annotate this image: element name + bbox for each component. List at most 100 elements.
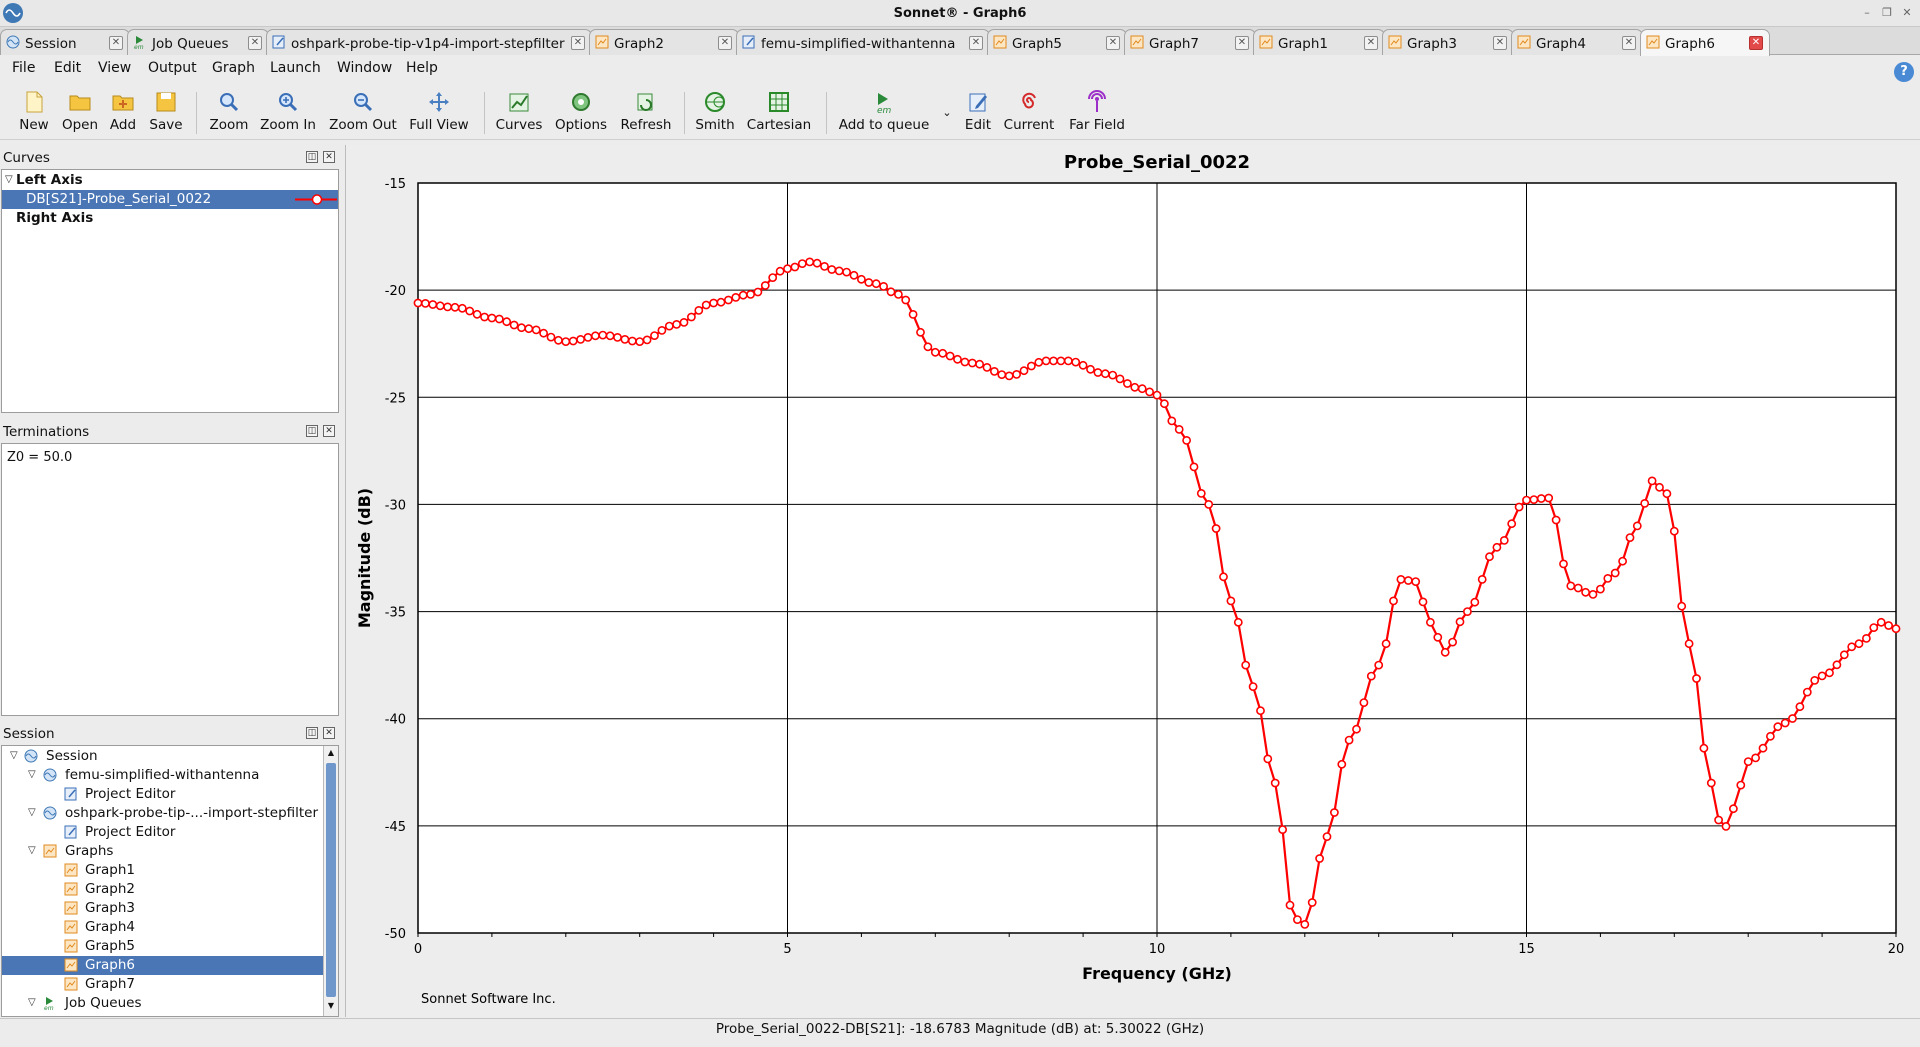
data-point-marker bbox=[1817, 671, 1827, 681]
tab-graph1[interactable]: Graph1 ✕ bbox=[1253, 29, 1385, 55]
menu-graph[interactable]: Graph bbox=[212, 60, 255, 76]
new-button[interactable]: New bbox=[14, 84, 54, 140]
cartesian-button[interactable]: Cartesian bbox=[744, 84, 814, 140]
close-tab-icon[interactable]: ✕ bbox=[718, 36, 732, 50]
close-panel-icon[interactable]: ✕ bbox=[323, 727, 335, 739]
data-point-marker bbox=[635, 337, 645, 346]
tree-item-graph[interactable]: Graph5 bbox=[2, 937, 338, 956]
restore-icon[interactable]: ❐ bbox=[1880, 6, 1894, 20]
tree-item-graph[interactable]: Graph4 bbox=[2, 918, 338, 937]
scroll-down-icon[interactable]: ▼ bbox=[325, 1001, 337, 1013]
float-panel-icon[interactable]: ◫ bbox=[306, 425, 318, 437]
edit-button[interactable]: Edit bbox=[960, 84, 996, 140]
float-panel-icon[interactable]: ◫ bbox=[306, 727, 318, 739]
curves-button[interactable]: Curves bbox=[494, 84, 544, 140]
expand-triangle-icon[interactable]: ▽ bbox=[10, 751, 20, 761]
tree-item-graph[interactable]: Graph1 bbox=[2, 861, 338, 880]
expand-triangle-icon[interactable]: ▽ bbox=[28, 846, 38, 856]
minimize-icon[interactable]: – bbox=[1860, 6, 1874, 20]
data-point-marker bbox=[1876, 617, 1886, 627]
tab-graph4[interactable]: Graph4 ✕ bbox=[1511, 29, 1643, 55]
close-panel-icon[interactable]: ✕ bbox=[323, 151, 335, 163]
data-point-marker bbox=[1396, 574, 1406, 584]
right-axis-row[interactable]: Right Axis bbox=[2, 209, 338, 228]
close-panel-icon[interactable]: ✕ bbox=[323, 425, 335, 437]
expand-triangle-icon[interactable]: ▽ bbox=[28, 998, 38, 1008]
tab-graph5[interactable]: Graph5 ✕ bbox=[987, 29, 1127, 55]
data-point-marker bbox=[502, 317, 512, 327]
close-tab-icon[interactable]: ✕ bbox=[571, 36, 585, 50]
data-point-marker bbox=[871, 279, 881, 289]
tree-item-session[interactable]: ▽ Session bbox=[2, 747, 338, 766]
close-tab-icon[interactable]: ✕ bbox=[969, 36, 983, 50]
tab-graph3[interactable]: Graph3 ✕ bbox=[1382, 29, 1514, 55]
data-point-marker bbox=[1662, 489, 1672, 499]
open-button[interactable]: Open bbox=[58, 84, 102, 140]
close-tab-icon[interactable]: ✕ bbox=[1622, 36, 1636, 50]
y-tick-label: -15 bbox=[385, 177, 406, 192]
tree-item-graph[interactable]: Graph6 bbox=[2, 956, 338, 975]
tree-item-project-editor[interactable]: Project Editor bbox=[2, 823, 338, 842]
tree-item-graph[interactable]: Graph7 bbox=[2, 975, 338, 994]
zoom-out-button[interactable]: Zoom Out bbox=[326, 84, 400, 140]
data-point-marker bbox=[546, 332, 556, 342]
tab-graph6[interactable]: Graph6 ✕ bbox=[1640, 29, 1770, 56]
menu-launch[interactable]: Launch bbox=[270, 60, 321, 76]
tree-item-job-queues[interactable]: ▽ em Job Queues bbox=[2, 994, 338, 1013]
close-tab-icon[interactable]: ✕ bbox=[1749, 36, 1763, 50]
menu-file[interactable]: File bbox=[12, 60, 35, 76]
data-point-marker bbox=[894, 289, 903, 299]
tree-item-project[interactable]: ▽ femu-simplified-withantenna bbox=[2, 766, 338, 785]
add-button[interactable]: Add bbox=[106, 84, 140, 140]
session-scrollbar[interactable]: ▲ ▼ bbox=[323, 746, 338, 1016]
close-window-icon[interactable]: ✕ bbox=[1900, 6, 1914, 20]
add-to-queue-button[interactable]: em Add to queue bbox=[836, 84, 932, 140]
menu-view[interactable]: View bbox=[98, 60, 131, 76]
tab-job-queues[interactable]: em Job Queues ✕ bbox=[127, 29, 269, 55]
smith-button[interactable]: Smith bbox=[692, 84, 738, 140]
add-to-queue-dropdown[interactable]: ⌄ bbox=[938, 84, 956, 140]
tab-femu-simplified-withantenna[interactable]: femu-simplified-withantenna ✕ bbox=[736, 29, 990, 55]
save-button[interactable]: Save bbox=[146, 84, 186, 140]
options-icon bbox=[572, 93, 590, 111]
float-panel-icon[interactable]: ◫ bbox=[306, 151, 318, 163]
curve-row[interactable]: DB[S21]-Probe_Serial_0022 bbox=[2, 190, 338, 209]
zoom-button[interactable]: Zoom bbox=[206, 84, 252, 140]
tab-graph2[interactable]: Graph2 ✕ bbox=[589, 29, 739, 55]
menu-window[interactable]: Window bbox=[337, 60, 392, 76]
tab-session[interactable]: Session ✕ bbox=[0, 29, 130, 55]
scroll-up-icon[interactable]: ▲ bbox=[325, 748, 337, 760]
options-button[interactable]: Options bbox=[552, 84, 610, 140]
graph-plot[interactable]: 0 5 10 15 20 -15 -20 -25 -30 -35 -40 -45 -50 Probe_Se… bbox=[346, 145, 1920, 1017]
tree-item-graphs[interactable]: ▽ Graphs bbox=[2, 842, 338, 861]
current-button[interactable]: Current bbox=[1000, 84, 1058, 140]
close-tab-icon[interactable]: ✕ bbox=[1106, 36, 1120, 50]
zoom-in-button[interactable]: Zoom In bbox=[258, 84, 318, 140]
tree-item-graph[interactable]: Graph2 bbox=[2, 880, 338, 899]
close-tab-icon[interactable]: ✕ bbox=[1235, 36, 1249, 50]
close-tab-icon[interactable]: ✕ bbox=[248, 36, 262, 50]
far-field-button[interactable]: Far Field bbox=[1064, 84, 1130, 140]
menu-help[interactable]: Help bbox=[406, 60, 438, 76]
close-tab-icon[interactable]: ✕ bbox=[1493, 36, 1507, 50]
left-axis-row[interactable]: ▽ Left Axis bbox=[2, 171, 338, 190]
tree-item-project[interactable]: ▽ oshpark-probe-tip-...-import-stepfilte… bbox=[2, 804, 338, 823]
close-tab-icon[interactable]: ✕ bbox=[1364, 36, 1378, 50]
scrollbar-thumb[interactable] bbox=[326, 763, 336, 997]
data-point-marker bbox=[849, 270, 859, 280]
menu-output[interactable]: Output bbox=[148, 60, 197, 76]
help-icon[interactable]: ? bbox=[1894, 62, 1914, 82]
menu-edit[interactable]: Edit bbox=[54, 60, 81, 76]
close-tab-icon[interactable]: ✕ bbox=[109, 36, 123, 50]
full-view-button[interactable]: Full View bbox=[406, 84, 472, 140]
data-point-marker bbox=[553, 335, 563, 345]
tab-graph7[interactable]: Graph7 ✕ bbox=[1124, 29, 1256, 55]
expand-triangle-icon[interactable]: ▽ bbox=[28, 808, 38, 818]
expand-triangle-icon[interactable]: ▽ bbox=[28, 770, 38, 780]
tree-item-graph[interactable]: Graph3 bbox=[2, 899, 338, 918]
tree-item-project-editor[interactable]: Project Editor bbox=[2, 785, 338, 804]
refresh-button[interactable]: Refresh bbox=[618, 84, 674, 140]
tab-oshpark-probe-tip-v1p4-import-stepfilter[interactable]: oshpark-probe-tip-v1p4-import-stepfilter… bbox=[266, 29, 592, 55]
graph-canvas[interactable]: 0 5 10 15 20 -15 -20 -25 -30 -35 -40 -45 -50 Probe_Se… bbox=[345, 145, 1920, 1017]
expand-triangle-icon[interactable]: ▽ bbox=[5, 175, 15, 185]
